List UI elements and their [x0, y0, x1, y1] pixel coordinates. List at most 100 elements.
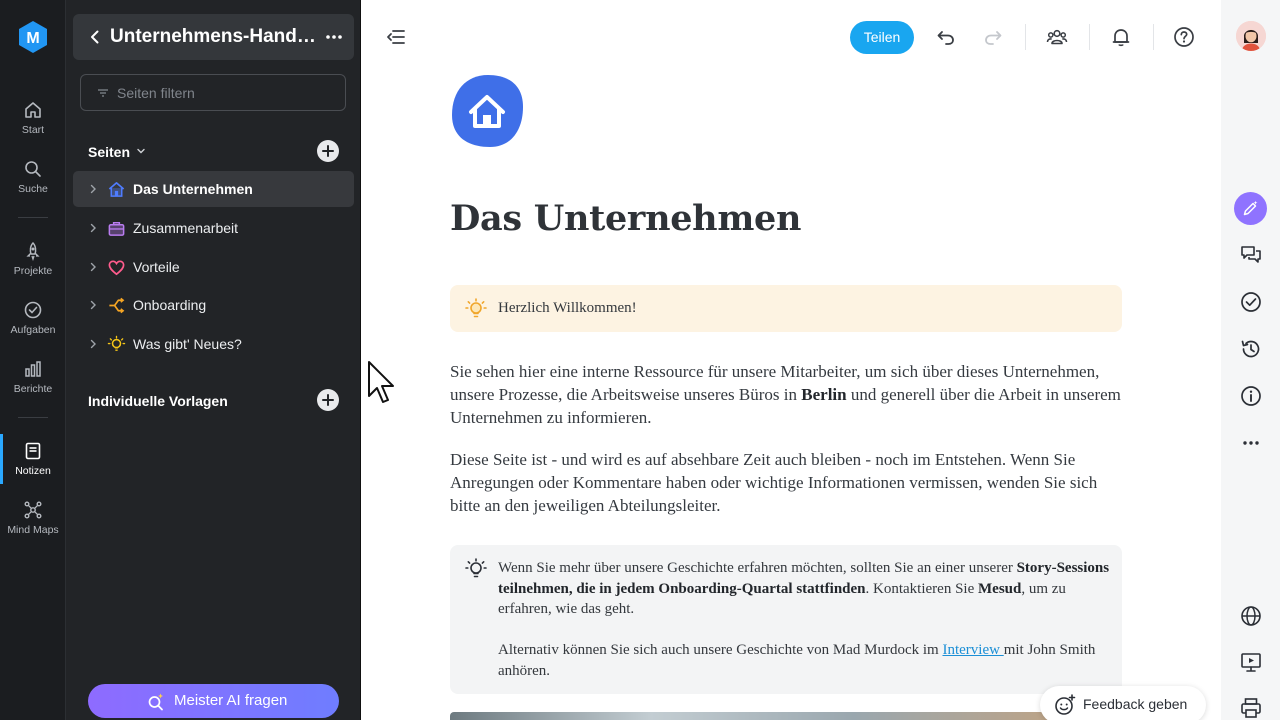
rail-label: Projekte	[13, 265, 53, 277]
svg-text:M: M	[26, 30, 39, 47]
search-icon	[25, 161, 41, 177]
feedback-label: Feedback geben	[1083, 696, 1188, 712]
page-filter-input[interactable]	[117, 83, 337, 103]
page-item-zusammenarbeit[interactable]: Zusammenarbeit	[73, 210, 354, 246]
document-area: Teilen Das Unternehmen Herzlich Willkomm…	[361, 0, 1221, 720]
filter-icon	[98, 89, 108, 97]
redo-icon[interactable]	[982, 26, 1004, 48]
ask-ai-label: Meister AI fragen	[174, 692, 288, 709]
meistertask-logo-icon[interactable]: M	[16, 20, 50, 54]
page-house-icon[interactable]	[450, 73, 524, 149]
flow-icon	[109, 297, 125, 314]
callout-text: Wenn Sie mehr über unsere Geschichte erf…	[498, 560, 1017, 576]
plus-icon	[322, 145, 334, 157]
intro-paragraph[interactable]: Sie sehen hier eine interne Ressource fü…	[450, 360, 1122, 429]
story-callout[interactable]: Wenn Sie mehr über unsere Geschichte erf…	[450, 545, 1122, 694]
ai-search-icon	[148, 693, 163, 711]
collapse-sidebar-icon[interactable]	[385, 26, 407, 48]
pages-section-heading[interactable]: Seiten	[88, 144, 130, 160]
info-icon[interactable]	[1239, 384, 1263, 408]
status-paragraph[interactable]: Diese Seite ist - und wird es auf absehb…	[450, 448, 1122, 517]
history-icon[interactable]	[1239, 337, 1263, 361]
avatar-portrait-icon	[1236, 21, 1266, 51]
rail-item-projekte[interactable]: Projekte	[0, 237, 66, 289]
lightbulb-icon	[107, 335, 126, 351]
comments-icon[interactable]	[1239, 243, 1263, 267]
rail-label: Aufgaben	[10, 324, 56, 336]
add-page-button[interactable]	[317, 140, 339, 162]
right-tool-rail	[1221, 0, 1280, 720]
paragraph-bold-text: Berlin	[801, 385, 847, 404]
ask-ai-button[interactable]: Meister AI fragen	[88, 684, 339, 718]
briefcase-icon	[108, 222, 125, 236]
pages-sidebar: Unternehmens-Hand… Seiten Das Unternehme…	[66, 0, 361, 720]
rail-item-berichte[interactable]: Berichte	[0, 355, 66, 407]
page-label: Onboarding	[133, 297, 207, 313]
page-label: Das Unternehmen	[133, 181, 253, 197]
callout-text: Alternativ können Sie sich auch unsere G…	[498, 642, 943, 658]
add-template-button[interactable]	[317, 389, 339, 411]
page-filter-field[interactable]	[80, 74, 346, 111]
more-horizontal-icon[interactable]	[324, 27, 344, 47]
page-item-was-gibt-neues[interactable]: Was gibt' Neues?	[73, 326, 354, 362]
space-title[interactable]: Unternehmens-Hand…	[110, 26, 316, 48]
rail-item-mind-maps[interactable]: Mind Maps	[0, 496, 66, 548]
callout-text: . Kontaktieren Sie	[865, 580, 978, 597]
welcome-callout[interactable]: Herzlich Willkommen!	[450, 285, 1122, 332]
check-circle-icon	[24, 301, 42, 319]
page-item-vorteile[interactable]: Vorteile	[73, 249, 354, 285]
page-item-das-unternehmen[interactable]: Das Unternehmen	[73, 171, 354, 207]
rail-label: Suche	[18, 183, 48, 195]
globe-icon[interactable]	[1239, 604, 1263, 628]
house-icon	[108, 181, 125, 197]
home-icon	[25, 102, 41, 118]
chevron-right-icon[interactable]	[87, 222, 99, 234]
rail-label: Notizen	[15, 465, 51, 477]
collaborators-icon[interactable]	[1046, 26, 1068, 48]
app-rail: M Start Suche Projekte Aufgaben Berichte…	[0, 0, 66, 720]
rail-item-aufgaben[interactable]: Aufgaben	[0, 296, 66, 348]
welcome-callout-text: Herzlich Willkommen!	[498, 300, 637, 316]
bar-chart-icon	[25, 361, 41, 377]
note-icon	[25, 442, 41, 460]
share-button[interactable]: Teilen	[850, 21, 914, 54]
interview-link[interactable]: Interview	[942, 642, 1003, 658]
task-check-icon[interactable]	[1239, 290, 1263, 314]
notification-bell-icon[interactable]	[1110, 26, 1132, 48]
space-header: Unternehmens-Hand…	[73, 14, 354, 60]
feedback-button[interactable]: Feedback geben	[1040, 686, 1206, 720]
rail-label: Start	[21, 124, 45, 136]
callout-bold-text: Mesud	[978, 580, 1022, 597]
story-callout-text: Wenn Sie mehr über unsere Geschichte erf…	[498, 558, 1110, 681]
toolbar-divider	[1025, 24, 1026, 50]
undo-icon[interactable]	[935, 26, 957, 48]
plus-icon	[322, 394, 334, 406]
rail-item-suche[interactable]: Suche	[0, 155, 66, 207]
embedded-image[interactable]	[450, 712, 1122, 720]
rail-item-start[interactable]: Start	[0, 96, 66, 148]
ai-edit-button[interactable]	[1234, 192, 1267, 225]
lightbulb-icon	[465, 298, 487, 318]
user-avatar[interactable]	[1236, 21, 1266, 51]
presentation-icon[interactable]	[1239, 650, 1263, 674]
chevron-right-icon[interactable]	[87, 183, 99, 195]
chevron-right-icon[interactable]	[87, 299, 99, 311]
rail-divider	[18, 217, 48, 218]
chevron-down-icon[interactable]	[136, 146, 146, 156]
chevron-left-icon[interactable]	[85, 27, 105, 47]
help-icon[interactable]	[1173, 26, 1195, 48]
page-label: Zusammenarbeit	[133, 220, 239, 236]
rail-label: Berichte	[13, 383, 53, 395]
chevron-right-icon[interactable]	[87, 261, 99, 273]
page-item-onboarding[interactable]: Onboarding	[73, 287, 354, 323]
rail-label: Mind Maps	[7, 524, 59, 536]
page-label: Vorteile	[133, 259, 180, 275]
lightbulb-icon	[465, 558, 487, 578]
templates-section-heading[interactable]: Individuelle Vorlagen	[88, 393, 228, 409]
rail-item-notizen[interactable]: Notizen	[0, 437, 66, 489]
chevron-right-icon[interactable]	[87, 338, 99, 350]
toolbar-divider	[1089, 24, 1090, 50]
more-horizontal-icon[interactable]	[1239, 431, 1263, 455]
page-title[interactable]: Das Unternehmen	[450, 198, 801, 239]
print-icon[interactable]	[1239, 696, 1263, 720]
